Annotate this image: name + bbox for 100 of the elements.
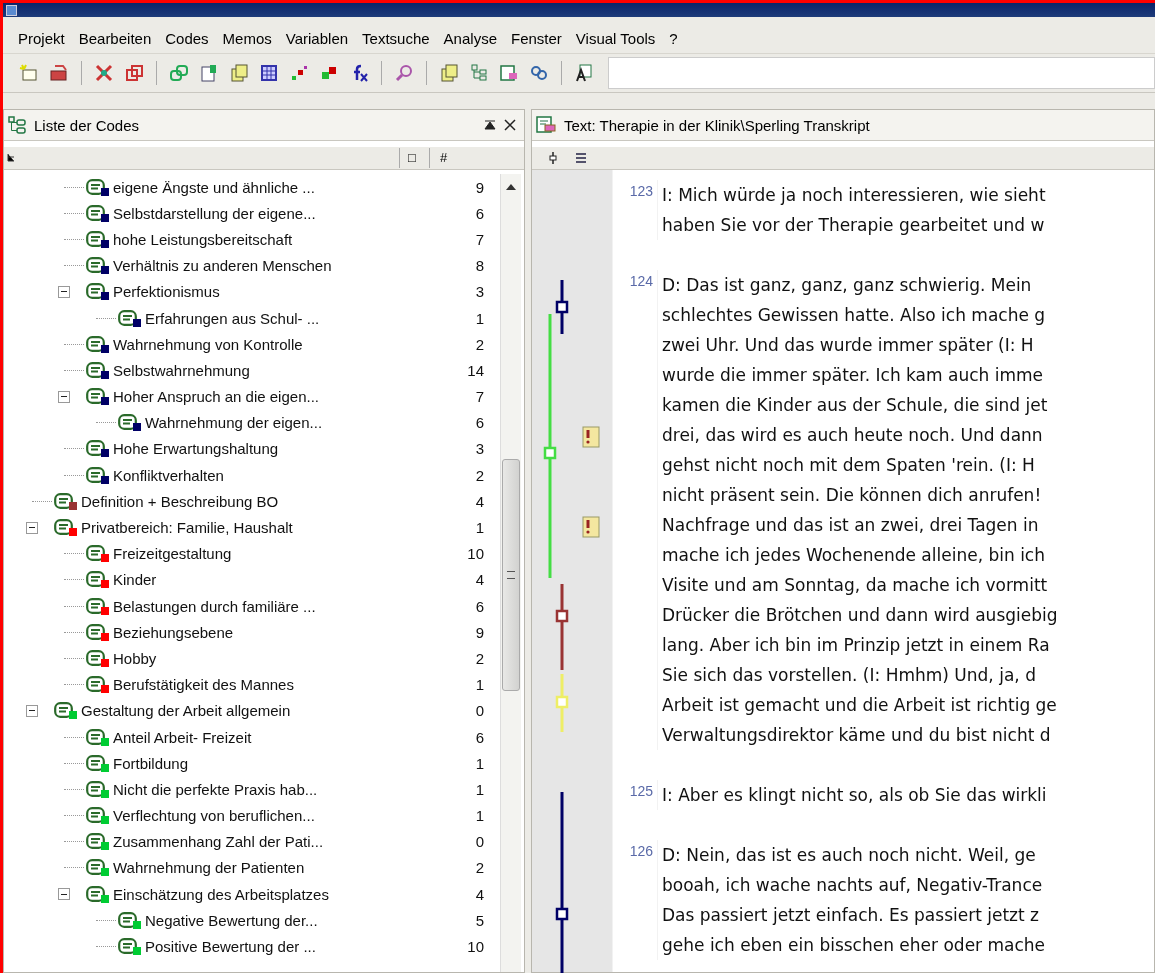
- grid-icon[interactable]: [259, 63, 279, 83]
- close-icon[interactable]: [504, 119, 516, 131]
- code-icon: [86, 178, 105, 195]
- menu-item[interactable]: Variablen: [285, 29, 349, 47]
- menu-item[interactable]: ?: [669, 29, 678, 47]
- code-label[interactable]: Selbstwahrnehmung: [113, 361, 444, 379]
- scroll-up-icon[interactable]: [506, 184, 516, 190]
- code-label[interactable]: Hohe Erwartungshaltung: [113, 440, 444, 458]
- menu-item[interactable]: Memos: [222, 29, 272, 47]
- code-icon: [54, 492, 73, 509]
- collapse-toggle[interactable]: [26, 704, 38, 717]
- code-label[interactable]: Beziehungsebene: [113, 623, 444, 641]
- code-label[interactable]: Freizeitgestaltung: [113, 545, 444, 563]
- code-label[interactable]: Hoher Anspruch an die eigen...: [113, 388, 444, 406]
- code-icon: [86, 361, 105, 378]
- code-count: 6: [474, 728, 485, 746]
- code-label[interactable]: Verflechtung von beruflichen...: [113, 807, 444, 825]
- code-label[interactable]: Berufstätigkeit des Mannes: [113, 676, 444, 694]
- code-label[interactable]: Selbstdarstellung der eigene...: [113, 204, 444, 222]
- code-label[interactable]: Gestaltung der Arbeit allgemein: [81, 702, 444, 720]
- collapse-toggle[interactable]: [26, 521, 38, 534]
- column-header[interactable]: □: [399, 148, 429, 168]
- menu-item[interactable]: Analyse: [443, 29, 497, 47]
- code-icon: [86, 466, 105, 483]
- coding-column-icon[interactable]: [548, 152, 558, 164]
- code-label[interactable]: Kinder: [113, 571, 444, 589]
- scatter-icon[interactable]: [289, 63, 309, 83]
- code-label[interactable]: Positive Bewertung der ...: [145, 938, 444, 956]
- code-label[interactable]: Hobby: [113, 649, 444, 667]
- code-count: 6: [474, 204, 485, 222]
- coding-stripe[interactable]: [555, 280, 569, 334]
- pages-icon[interactable]: [229, 63, 249, 83]
- code-count: 3: [474, 283, 485, 301]
- menu-item[interactable]: Projekt: [18, 29, 65, 47]
- code-label[interactable]: Wahrnehmung von Kontrolle: [113, 335, 444, 353]
- code-label[interactable]: Perfektionismus: [113, 283, 444, 301]
- code-icon: [54, 519, 73, 536]
- document-code-icon[interactable]: [199, 63, 219, 83]
- windows-icon[interactable]: [124, 63, 144, 83]
- memo-icon[interactable]: [582, 426, 600, 448]
- new-project-icon[interactable]: [19, 63, 39, 83]
- code-label[interactable]: Negative Bewertung der...: [145, 911, 444, 929]
- coding-stripe[interactable]: [555, 792, 569, 973]
- code-icon: [86, 885, 105, 902]
- code-icon: [86, 833, 105, 850]
- code-label[interactable]: Fortbildung: [113, 754, 444, 772]
- column-header[interactable]: #: [429, 148, 524, 168]
- pin-icon[interactable]: [484, 119, 496, 131]
- code-label[interactable]: Einschätzung des Arbeitsplatzes: [113, 885, 444, 903]
- code-label[interactable]: Zusammenhang Zahl der Pati...: [113, 833, 444, 851]
- code-label[interactable]: Verhältnis zu anderen Menschen: [113, 257, 444, 275]
- code-label[interactable]: Erfahrungen aus Schul- ...: [145, 309, 444, 327]
- menu-item[interactable]: Codes: [165, 29, 209, 47]
- code-label[interactable]: Anteil Arbeit- Freizeit: [113, 728, 444, 746]
- scrollbar[interactable]: [500, 174, 521, 972]
- paragraph-number: 124: [629, 273, 653, 289]
- code-label[interactable]: Definition + Beschreibung BO: [81, 492, 444, 510]
- code-label[interactable]: Privatbereich: Familie, Haushalt: [81, 519, 444, 537]
- linked-code-icon[interactable]: [169, 63, 189, 83]
- font-icon[interactable]: [574, 63, 594, 83]
- code-label[interactable]: hohe Leistungsbereitschaft: [113, 230, 444, 248]
- text-line: wurde die immer später. Ich kam auch imme: [662, 364, 1044, 387]
- code-label[interactable]: Konfliktverhalten: [113, 466, 444, 484]
- lines-icon[interactable]: [576, 153, 586, 163]
- code-count: 0: [474, 702, 485, 720]
- code-icon: [86, 623, 105, 640]
- collapse-toggle[interactable]: [58, 285, 70, 298]
- code-count: 10: [466, 938, 485, 956]
- code-label[interactable]: eigene Ängste und ähnliche ...: [113, 178, 444, 196]
- code-label[interactable]: Belastungen durch familiäre ...: [113, 597, 444, 615]
- text-line: gehe ich eben ein bisschen eher oder mache: [662, 934, 1046, 957]
- code-count: 5: [474, 911, 485, 929]
- menu-item[interactable]: Fenster: [511, 29, 562, 47]
- text-line: Arbeit ist gemacht und die Arbeit ist richtig ge: [662, 694, 1058, 717]
- document-icon: [536, 116, 556, 134]
- code-count: 1: [474, 519, 485, 537]
- code-count: 4: [474, 885, 485, 903]
- collapse-toggle[interactable]: [58, 888, 70, 901]
- text-line: Das passiert jetzt einfach. Es passiert jetzt z: [662, 904, 1040, 927]
- memo-icon[interactable]: [582, 516, 600, 538]
- search-icon[interactable]: [394, 63, 414, 83]
- scroll-thumb[interactable]: [502, 459, 520, 691]
- coding-stripe[interactable]: [555, 584, 569, 670]
- code-count: 2: [474, 859, 485, 877]
- collapse-toggle[interactable]: [58, 390, 70, 403]
- toolbar-field[interactable]: [608, 57, 1155, 89]
- menu-item[interactable]: Bearbeiten: [78, 29, 152, 47]
- code-count: 2: [474, 335, 485, 353]
- pages-icon[interactable]: [439, 63, 459, 83]
- text-line: mache ich jedes Wochenende alleine, bin ich: [662, 544, 1046, 567]
- code-icon: [118, 309, 137, 326]
- document-icon[interactable]: [499, 63, 519, 83]
- menu-item[interactable]: Visual Tools: [575, 29, 656, 47]
- code-count: 0: [474, 833, 485, 851]
- text-line: haben Sie vor der Therapie gearbeitet und w: [662, 214, 1046, 237]
- code-label[interactable]: Wahrnehmung der Patienten: [113, 859, 444, 877]
- open-project-icon[interactable]: [49, 63, 69, 83]
- code-label[interactable]: Nicht die perfekte Praxis hab...: [113, 780, 444, 798]
- menu-item[interactable]: Textsuche: [362, 29, 430, 47]
- code-label[interactable]: Wahrnehmung der eigen...: [145, 414, 444, 432]
